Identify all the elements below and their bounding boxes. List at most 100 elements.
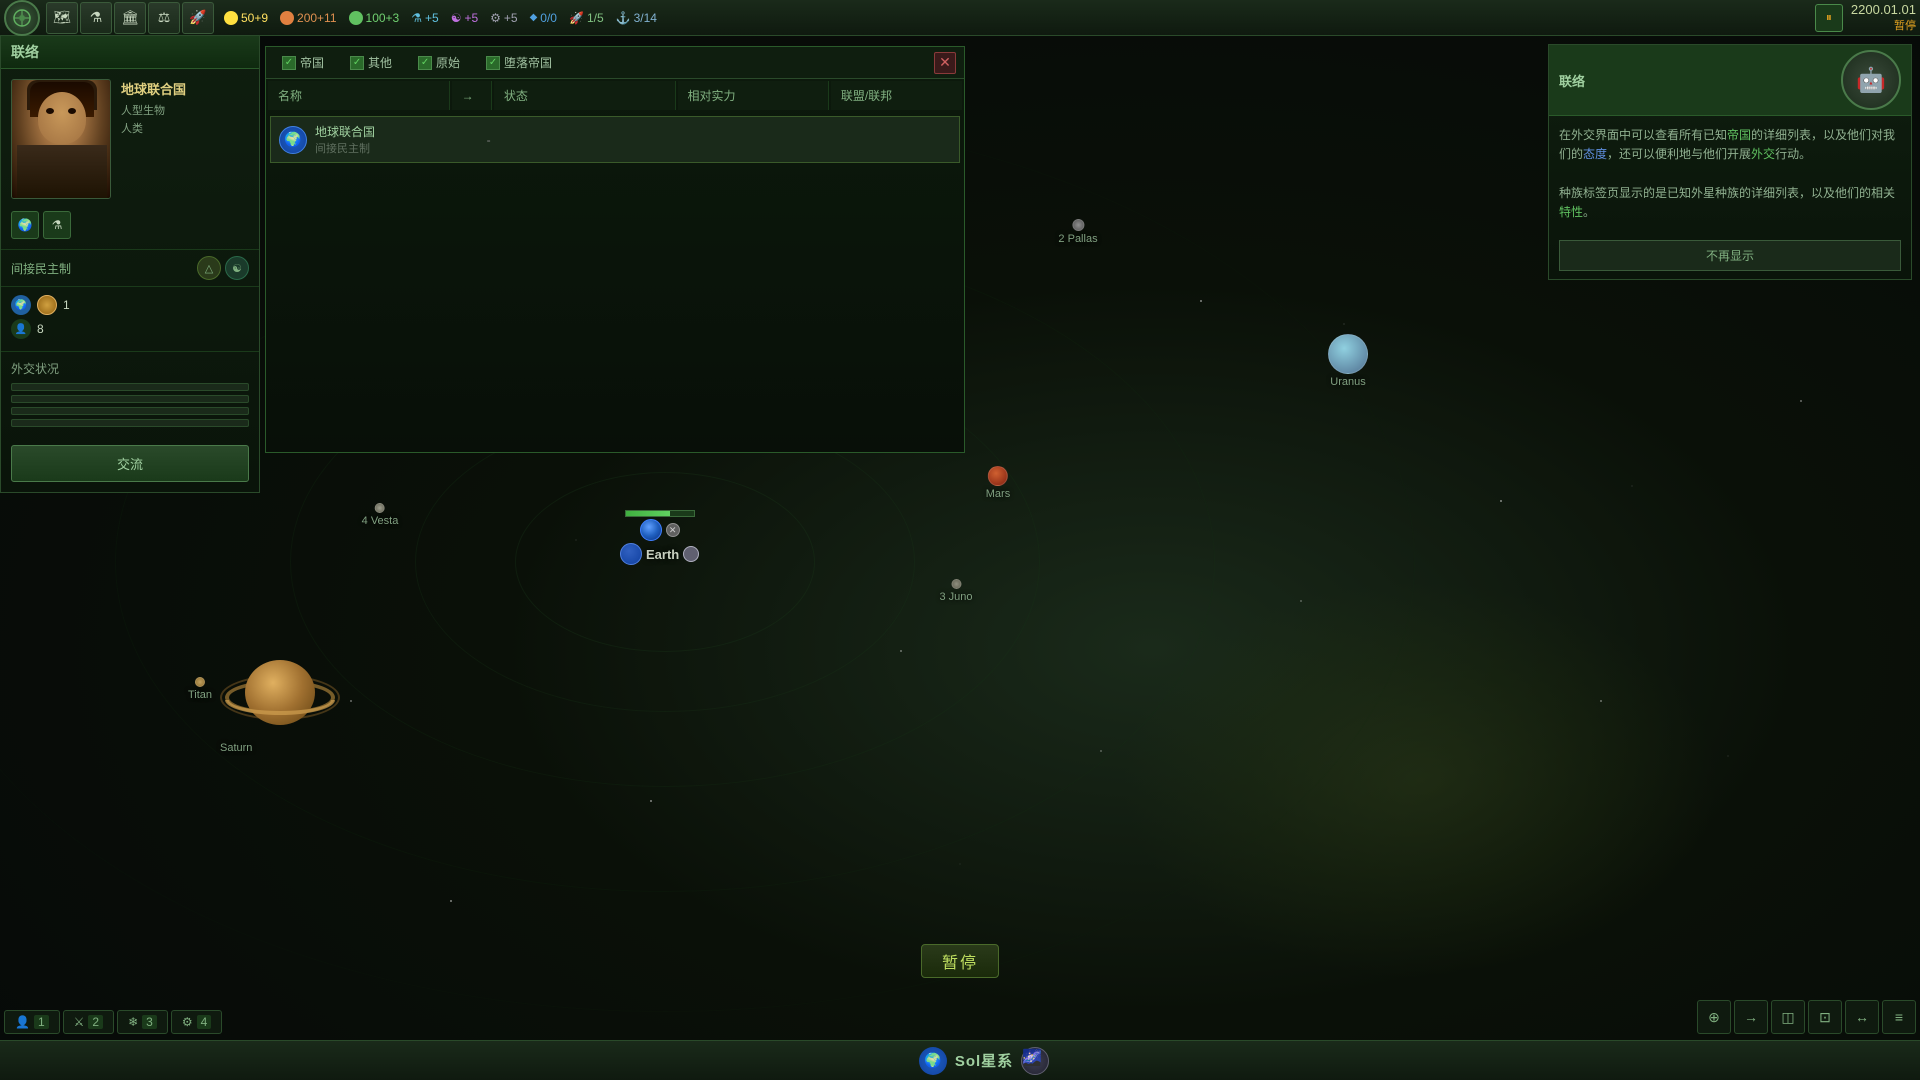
col-status-header: 状态 <box>494 81 676 110</box>
menu-button[interactable]: ≡ <box>1882 1000 1916 1034</box>
empire-icon-btn[interactable]: 🏛 <box>114 2 146 34</box>
galaxy-icon[interactable]: 🌌 <box>1021 1047 1049 1075</box>
tab-primitive[interactable]: ✓ 原始 <box>410 51 468 74</box>
tab-fallen[interactable]: ✓ 堕落帝国 <box>478 51 560 74</box>
tab-other-label: 其他 <box>368 54 392 71</box>
juno-planet[interactable]: 3 Juno <box>939 579 972 603</box>
unity-value: +5 <box>464 11 478 25</box>
saturn-system[interactable]: Saturn <box>220 650 340 754</box>
influence-stat: ◆ 0/0 <box>530 11 557 25</box>
empire-tech-icon[interactable]: ⚗ <box>43 211 71 239</box>
contact-name-col: 地球联合国 间接民主制 <box>315 123 477 156</box>
tab-other[interactable]: ✓ 其他 <box>342 51 400 74</box>
queue-icon-3: ❄ <box>128 1015 138 1029</box>
contact-button[interactable]: → <box>1734 1000 1768 1034</box>
map-icon-btn[interactable]: 🗺 <box>46 2 78 34</box>
queue-item-2[interactable]: ⚔ 2 <box>63 1010 114 1034</box>
system-name: Sol星系 <box>955 1050 1013 1071</box>
minerals-value: 200+11 <box>297 11 337 25</box>
fleet2-stat: ⚓ 3/14 <box>616 11 657 25</box>
left-panel-title: 联络 <box>1 36 259 69</box>
queue-item-4[interactable]: ⚙ 4 <box>171 1010 222 1034</box>
earth-area[interactable]: ✕ Earth <box>620 510 699 565</box>
fleet2-value: 3/14 <box>634 11 657 25</box>
notifications-button[interactable]: ◫ <box>1771 1000 1805 1034</box>
uranus-planet[interactable]: Uranus <box>1328 334 1368 388</box>
energy-value: 50+9 <box>241 11 268 25</box>
tab-fallen-check[interactable]: ✓ <box>486 56 500 70</box>
game-date: 2200.01.01 <box>1851 2 1916 17</box>
pop-count-row: 👤 8 <box>11 319 249 339</box>
empire-portrait[interactable] <box>11 79 111 199</box>
col-sort-header[interactable]: → <box>452 81 492 110</box>
pop-stat-icon: 👤 <box>11 319 31 339</box>
tab-empire-label: 帝国 <box>300 54 324 71</box>
vesta-planet[interactable]: 4 Vesta <box>362 503 399 527</box>
dismiss-button[interactable]: 不再显示 <box>1559 240 1901 271</box>
empire-logo[interactable] <box>4 0 40 36</box>
mars-label: Mars <box>986 488 1010 500</box>
juno-label: 3 Juno <box>939 591 972 603</box>
queue-num-4: 4 <box>197 1015 212 1029</box>
mars-planet[interactable]: Mars <box>986 466 1010 500</box>
minerals-icon <box>280 11 294 25</box>
titan-planet[interactable]: Titan <box>188 677 212 701</box>
tab-empire-check[interactable]: ✓ <box>282 56 296 70</box>
queue-num-1: 1 <box>34 1015 49 1029</box>
pause-button[interactable]: ⏸ <box>1815 4 1843 32</box>
fleet-icon-btn[interactable]: 🚀 <box>182 2 214 34</box>
minimap-button[interactable]: ⊕ <box>1697 1000 1731 1034</box>
exchange-button[interactable]: 交流 <box>11 445 249 482</box>
diplo-title: 外交状况 <box>11 360 249 377</box>
tech-icon-btn[interactable]: ⚗ <box>80 2 112 34</box>
close-button[interactable]: ✕ <box>934 52 956 74</box>
tab-primitive-check[interactable]: ✓ <box>418 56 432 70</box>
system-display[interactable]: 🌍 Sol星系 🌌 <box>919 1047 1049 1075</box>
empire-government: 间接民主制 △ ☯ <box>1 250 259 287</box>
diplo-bars <box>11 383 249 427</box>
empire-flag-icon[interactable]: 🌍 <box>11 211 39 239</box>
diplo-bar-1 <box>11 383 249 391</box>
queue-item-1[interactable]: 👤 1 <box>4 1010 60 1034</box>
planet-stats: 🌍 1 👤 8 <box>1 287 259 352</box>
research-value: +5 <box>425 11 439 25</box>
tab-empire[interactable]: ✓ 帝国 <box>274 51 332 74</box>
queue-item-3[interactable]: ❄ 3 <box>117 1010 168 1034</box>
pallas-planet[interactable]: 2 Pallas <box>1058 219 1097 245</box>
bottom-center: 🌍 Sol星系 🌌 <box>56 1047 1912 1075</box>
queue-icon-4: ⚙ <box>182 1015 193 1029</box>
bottom-bar: 🌍 Sol星系 🌌 ⊕ → ◫ ⊡ ↔ ≡ <box>0 1040 1920 1080</box>
system-icon[interactable]: 🌍 <box>919 1047 947 1075</box>
highlight-attitude: 态度 <box>1583 147 1607 161</box>
col-alliance-header: 联盟/联邦 <box>831 81 962 110</box>
contacts-table-header: 名称 → 状态 相对实力 联盟/联邦 <box>268 81 962 110</box>
outliner-button[interactable]: ↔ <box>1845 1000 1879 1034</box>
info-portrait: 🤖 <box>1841 50 1901 110</box>
contacts-tabs: ✓ 帝国 ✓ 其他 ✓ 原始 ✓ 堕落帝国 ✕ <box>266 47 964 79</box>
influence-value: 0/0 <box>540 11 557 25</box>
contact-row-earth[interactable]: 🌍 地球联合国 间接民主制 - <box>270 116 960 163</box>
contacts-list[interactable]: 🌍 地球联合国 间接民主制 - <box>266 112 964 452</box>
queue-num-2: 2 <box>88 1015 103 1029</box>
diplo-bar-3 <box>11 407 249 415</box>
influence-icon: ◆ <box>530 12 538 23</box>
contact-status: - <box>477 133 649 147</box>
queue-icon-1: 👤 <box>15 1015 30 1029</box>
tab-fallen-label: 堕落帝国 <box>504 54 552 71</box>
empire-info: 🌍 ⚗ 地球联合国 人型生物 人类 <box>1 69 259 250</box>
fleet1-value: 1/5 <box>587 11 604 25</box>
diplo-bar-2 <box>11 395 249 403</box>
earth-flag: 🌍 <box>279 126 307 154</box>
production-value: +5 <box>504 11 518 25</box>
vesta-label: 4 Vesta <box>362 515 399 527</box>
politics-icon-btn[interactable]: ⚖ <box>148 2 180 34</box>
situations-button[interactable]: ⊡ <box>1808 1000 1842 1034</box>
top-bar: 🗺 ⚗ 🏛 ⚖ 🚀 50+9 200+11 100+3 ⚗ +5 ☯ +5 <box>0 0 1920 36</box>
pallas-label: 2 Pallas <box>1058 233 1097 245</box>
bottom-left-queue: 👤 1 ⚔ 2 ❄ 3 ⚙ 4 <box>0 1006 226 1038</box>
contacts-empty-area <box>266 167 964 447</box>
planet-count: 1 <box>63 298 70 312</box>
tab-other-check[interactable]: ✓ <box>350 56 364 70</box>
contact-main-name: 地球联合国 <box>315 123 477 140</box>
diplo-bar-4 <box>11 419 249 427</box>
